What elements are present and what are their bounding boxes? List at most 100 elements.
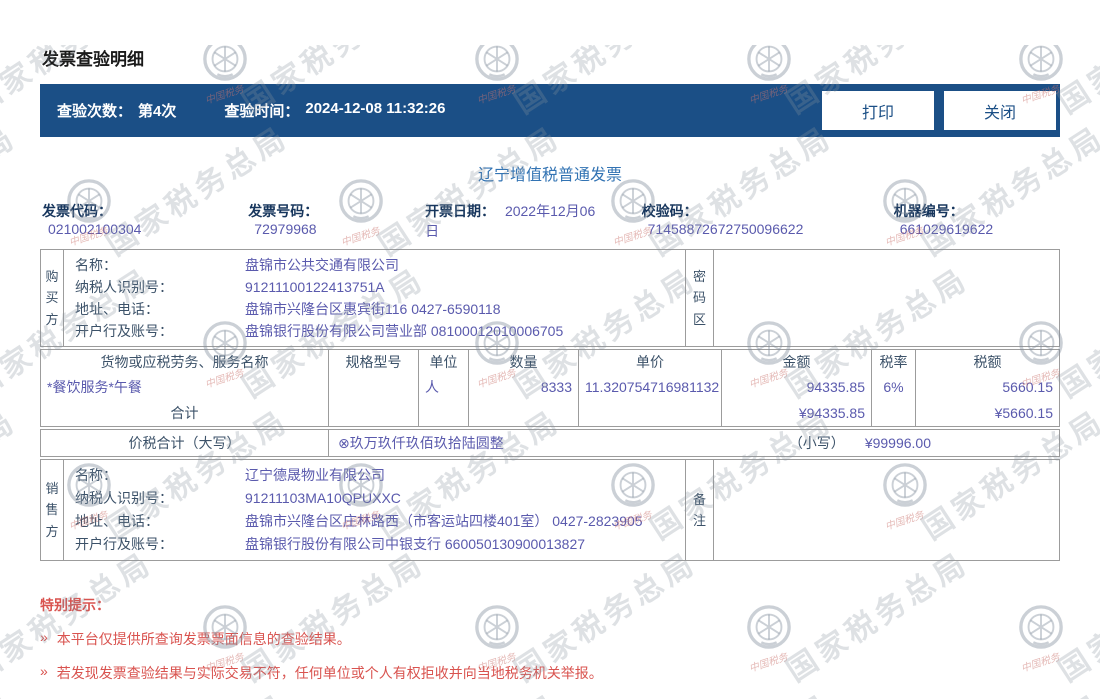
items-total-label: 合计 [41,400,329,426]
total-in-words-label: 价税合计（大写） [41,430,329,456]
notice-text: 若发现发票查验结果与实际交易不符，任何单位或个人有权拒收并向当地税务机关举报。 [56,665,603,681]
machine-number-label: 机器编号： [893,203,964,219]
total-capital-value: ⊗玖万玖仟玖佰玖拾陆圆整 [338,435,504,451]
seller-fields: 名称： 辽宁德晟物业有限公司 纳税人识别号： 91211103MA10QPUXX… [64,460,686,560]
bullet-icon: » [40,663,48,679]
watermark-text: 国家税务总局 [96,681,296,699]
bullet-icon: » [40,629,48,645]
buyer-side-label: 购买方 [41,250,64,346]
watermark-text: 国家税务总局 [0,681,24,699]
total-small-label: （小写） [788,435,845,451]
invoice-number-value: 72979968 [254,221,317,237]
seller-side-label: 销售方 [41,460,64,560]
table-header-cell: 货物或应税劳务、服务名称 [41,350,329,374]
invoice-number-label: 发票号码： [248,203,319,219]
buyer-taxid-label: 纳税人识别号： [75,279,173,295]
table-cell-empty [329,400,419,426]
table-cell-tax-rate: 6% [872,374,916,400]
check-code-value: 71458872672750096622 [647,221,804,237]
seller-name-row: 名称： 辽宁德晟物业有限公司 [64,464,685,487]
seller-taxid-row: 纳税人识别号： 91211103MA10QPUXXC [64,487,685,510]
table-header-cell: 单价 [579,350,722,374]
check-count-label: 查验次数： [57,103,133,120]
print-button[interactable]: 打印 [822,91,934,130]
password-area-label: 密码区 [686,250,714,346]
table-cell-unit-price: 11.320754716981132 [579,374,722,400]
table-header-cell: 税率 [872,350,916,374]
table-cell-spec [329,374,419,400]
invoice-verification-page: 发票查验明细 查验次数： 第4次 查验时间： 2024-12-08 11:32:… [0,45,1100,683]
notice-item: » 本平台仅提供所查询发票票面信息的查验结果。 [40,629,1060,649]
total-in-words-values: ⊗玖万玖仟玖佰玖拾陆圆整 （小写） ¥99996.00 [329,430,1059,456]
machine-number: 机器编号： 661029619622 [894,201,1058,241]
check-time-value: 2024-12-08 11:32:26 [305,100,446,117]
watermark-text: 国家税务总局 [640,681,840,699]
buyer-address-label: 地址、电话： [75,301,159,317]
table-cell-amount: 94335.85 [722,374,872,400]
special-notice: 特别提示： » 本平台仅提供所查询发票票面信息的查验结果。 » 若发现发票查验结… [40,595,1060,683]
buyer-bank-value: 盘锦银行股份有限公司营业部 08100012010006705 [245,323,564,339]
notice-text: 本平台仅提供所查询发票票面信息的查验结果。 [56,631,351,647]
watermark-text: 国家税务总局 [912,681,1100,699]
seller-taxid-value: 91211103MA10QPUXXC [245,490,401,506]
buyer-name-label: 名称： [75,257,117,273]
invoice-date-label: 开票日期： [425,203,496,219]
seller-address-row: 地址、电话： 盘锦市兴隆台区庄林路西（市客运站四楼401室） 0427-2823… [64,510,685,533]
total-in-words-row: 价税合计（大写） ⊗玖万玖仟玖佰玖拾陆圆整 （小写） ¥99996.00 [40,429,1060,457]
seller-section: 销售方 名称： 辽宁德晟物业有限公司 纳税人识别号： 91211103MA10Q… [40,459,1060,561]
table-header-cell: 税额 [973,354,1002,370]
check-code: 校验码： 71458872672750096622 [642,201,852,241]
buyer-fields: 名称： 盘锦市公共交通有限公司 纳税人识别号： 9121110012241375… [64,250,686,346]
watermark-text: 国家税务总局 [368,681,568,699]
buyer-address-row: 地址、电话： 盘锦市兴隆台区惠宾街116 0427-6590118 [64,298,685,320]
table-cell-empty [469,400,579,426]
invoice-code-label: 发票代码： [42,203,112,219]
check-count-value: 第4次 [138,103,177,120]
table-header-cell: 规格型号 [329,350,419,374]
seller-bank-value: 盘锦银行股份有限公司中银支行 660050130900013827 [245,536,586,552]
notice-item: » 若发现发票查验结果与实际交易不符，任何单位或个人有权拒收并向当地税务机关举报… [40,663,1060,683]
table-header-cell: 数量 [469,350,579,374]
password-area [714,250,1059,346]
table-cell-empty [579,400,722,426]
machine-number-value: 661029619622 [899,221,994,237]
total-small-value: ¥99996.00 [864,435,931,451]
table-cell-quantity: 8333 [469,374,579,400]
invoice-date: 开票日期： 2022年12月06日 [425,201,600,241]
buyer-taxid-row: 纳税人识别号： 91211100122413751A [64,276,685,298]
seller-bank-row: 开户行及账号： 盘锦银行股份有限公司中银支行 66005013090001382… [64,533,685,556]
seller-address-value: 盘锦市兴隆台区庄林路西（市客运站四楼401室） 0427-2823905 [245,513,643,529]
items-total-tax: ¥5660.15 [994,405,1053,421]
table-cell-unit: 人 [419,374,469,400]
table-header-cell: 金额 [722,350,872,374]
table-cell-tax: 5660.15 [1002,379,1053,395]
page-title: 发票查验明细 [42,50,144,69]
seller-bank-label: 开户行及账号： [75,536,173,552]
close-button[interactable]: 关闭 [944,91,1056,130]
buyer-bank-row: 开户行及账号： 盘锦银行股份有限公司营业部 08100012010006705 [64,320,685,342]
seller-taxid-label: 纳税人识别号： [75,490,173,506]
check-time: 查验时间： 2024-12-08 11:32:26 [224,100,445,121]
seller-name-value: 辽宁德晟物业有限公司 [245,467,385,483]
table-cell-empty [872,400,916,426]
buyer-bank-label: 开户行及账号： [75,323,173,339]
buyer-name-row: 名称： 盘锦市公共交通有限公司 [64,254,685,276]
items-total-amount: ¥94335.85 [722,400,872,426]
items-table: 货物或应税劳务、服务名称 规格型号 单位 数量 单价 金额 税率 税额 *餐饮服… [40,349,1060,427]
buyer-taxid-value: 91211100122413751A [245,279,385,295]
remark-label: 备注 [686,460,714,560]
invoice-number: 发票号码： 72979968 [248,201,383,241]
invoice-meta-row: 发票代码： 021002100304 发票号码： 72979968 开票日期： … [42,201,1058,241]
notice-title: 特别提示： [40,597,110,613]
verification-toolbar: 查验次数： 第4次 查验时间： 2024-12-08 11:32:26 打印 关… [40,84,1060,137]
invoice-title: 辽宁增值税普通发票 [477,167,622,184]
remark-area [714,460,1059,560]
table-cell-empty [419,400,469,426]
table-cell-item-name: *餐饮服务*午餐 [41,374,329,400]
buyer-address-value: 盘锦市兴隆台区惠宾街116 0427-6590118 [245,301,501,317]
check-count: 查验次数： 第4次 [57,100,176,121]
check-time-label: 查验时间： [224,103,300,120]
check-code-label: 校验码： [641,203,698,219]
table-header-cell: 单位 [419,350,469,374]
buyer-section: 购买方 名称： 盘锦市公共交通有限公司 纳税人识别号： 912111001224… [40,249,1060,347]
